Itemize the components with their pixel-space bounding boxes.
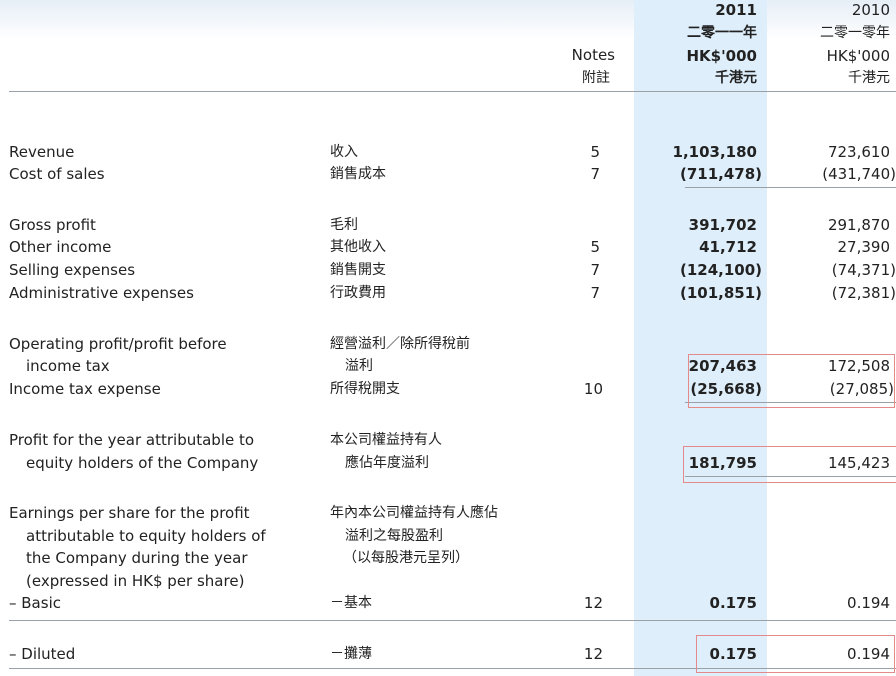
basic-eps-label-zh: －基本 [330,595,372,611]
administrative-expenses-note: 7 [590,284,600,302]
operating-profit-label: Operating profit/profit before [9,335,227,353]
gross-profit-label: Gross profit [9,216,96,234]
basic-eps-label: – Basic [9,594,61,612]
eps-label: Earnings per share for the profit [9,504,250,522]
gross-profit-prior: 291,870 [827,216,890,234]
profit-for-year-label-zh: 本公司權益持有人 [330,432,442,448]
revenue-prior: 723,610 [827,143,890,161]
current-unit-header: HK$'000 [686,47,757,65]
gross-profit-current: 391,702 [688,216,757,234]
basic-eps-current: 0.175 [709,594,757,612]
prior-year-header: 2010 [851,1,890,19]
eps-label-line4: (expressed in HK$ per share) [26,572,245,590]
selling-expenses-current: (124,100) [679,261,762,279]
diluted-eps-label: – Diluted [9,645,76,663]
income-tax-label: Income tax expense [9,380,161,398]
gross-profit-label-zh: 毛利 [330,217,358,233]
administrative-expenses-current: (101,851) [679,284,762,302]
notes-header-zh: 附註 [582,70,610,86]
cost-of-sales-label: Cost of sales [9,165,105,183]
administrative-expenses-prior: (72,381) [831,284,896,302]
other-income-label: Other income [9,238,112,256]
revenue-label-zh: 收入 [330,144,358,160]
prior-unit-header: HK$'000 [826,47,890,65]
basic-eps-prior: 0.194 [847,594,890,612]
cost-of-sales-prior: (431,740) [822,165,896,183]
prior-unit-header-zh: 千港元 [848,70,890,86]
highlight-box-diluted [696,635,895,673]
basic-eps-note: 12 [583,594,603,612]
eps-label-line3: the Company during the year [26,549,248,567]
prior-year-header-zh: 二零一零年 [820,25,890,41]
eps-label-zh-line3: （以每股港元呈列） [343,550,469,566]
row-rule [9,620,896,621]
eps-label-zh-line2: 溢利之每股盈利 [345,528,443,544]
administrative-expenses-label: Administrative expenses [9,284,194,302]
cost-of-sales-label-zh: 銷售成本 [330,166,386,182]
revenue-label: Revenue [9,143,75,161]
diluted-eps-label-zh: －攤薄 [330,646,372,662]
operating-profit-label-zh-line2: 溢利 [345,358,373,374]
other-income-current: 41,712 [699,238,757,256]
highlight-box-profit [683,446,896,483]
notes-header: Notes [571,46,615,64]
other-income-label-zh: 其他收入 [330,239,386,255]
selling-expenses-label: Selling expenses [9,261,136,279]
administrative-expenses-label-zh: 行政費用 [330,285,386,301]
revenue-current: 1,103,180 [672,143,757,161]
income-tax-label-zh: 所得稅開支 [330,381,400,397]
operating-profit-label-line2: income tax [26,357,110,375]
other-income-note: 5 [590,238,600,256]
eps-label-zh: 年內本公司權益持有人應佔 [330,505,498,521]
selling-expenses-label-zh: 銷售開支 [330,262,386,278]
revenue-note: 5 [590,143,600,161]
operating-profit-label-zh: 經營溢利／除所得稅前 [330,336,470,352]
header-rule [9,91,896,92]
selling-expenses-note: 7 [590,261,600,279]
current-year-header-zh: 二零一一年 [687,25,757,41]
selling-expenses-prior: (74,371) [831,261,896,279]
current-year-header: 2011 [715,1,757,19]
profit-for-year-label-line2: equity holders of the Company [26,454,259,472]
cost-of-sales-current: (711,478) [679,165,762,183]
diluted-eps-note: 12 [583,645,603,663]
current-year-column-highlight [634,0,767,676]
current-unit-header-zh: 千港元 [715,70,757,86]
income-tax-note: 10 [583,380,603,398]
eps-label-line2: attributable to equity holders of [26,527,266,545]
profit-for-year-label-zh-line2: 應佔年度溢利 [345,455,429,471]
profit-for-year-label: Profit for the year attributable to [9,431,255,449]
cost-of-sales-note: 7 [590,165,600,183]
subtotal-rule [685,187,896,188]
other-income-prior: 27,390 [837,238,891,256]
highlight-box-operating-tax [688,354,895,408]
